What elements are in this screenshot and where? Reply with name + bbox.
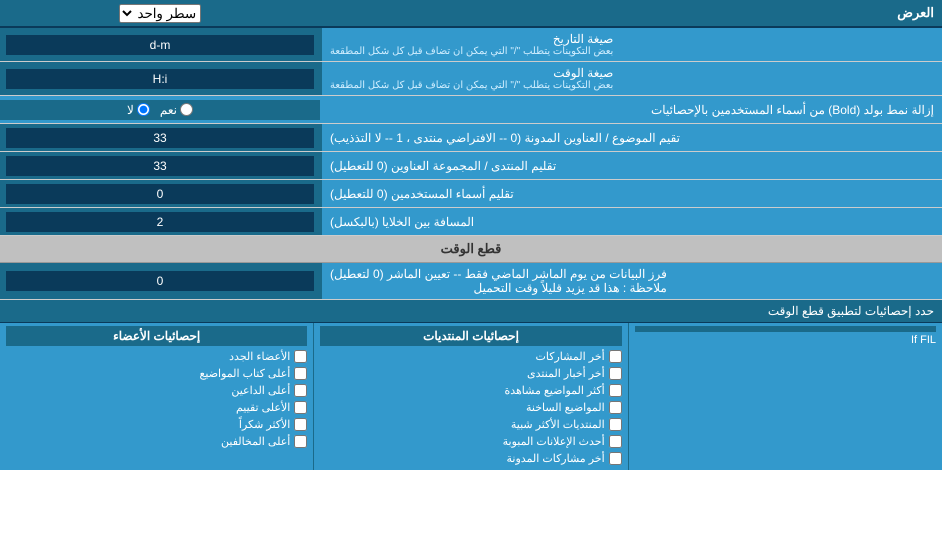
cutoff-filter-input[interactable] [6,271,314,291]
member-stat-check-0[interactable] [294,350,307,363]
forum-stat-item-5: أحدث الإعلانات المبوبة [320,433,621,450]
cutoff-filter-input-area [0,263,320,299]
member-stat-item-1: أعلى كتاب المواضيع [6,365,307,382]
stats-grid: If FIL إحصائيات المنتديات أخر المشاركات … [0,323,942,470]
cutoff-filter-row: فرز البيانات من يوم الماشر الماضي فقط --… [0,263,942,300]
stats-col-members: إحصائيات الأعضاء الأعضاء الجدد أعلى كتاب… [0,323,313,470]
member-stat-item-2: أعلى الداعين [6,382,307,399]
date-format-row: صيغة التاريخ بعض التكوينات يتطلب "/" الت… [0,28,942,62]
display-dropdown[interactable]: سطر واحدسطرينثلاثة أسطر [119,4,201,23]
forum-stat-check-6[interactable] [609,452,622,465]
forum-order-label: تقليم المنتدى / المجموعة العناوين (0 للت… [320,152,942,179]
bold-removal-label: إزالة نمط بولد (Bold) من أسماء المستخدمي… [320,99,942,121]
member-stat-check-3[interactable] [294,401,307,414]
forum-order-input-area [0,152,320,179]
member-stat-check-4[interactable] [294,418,307,431]
bold-removal-row: إزالة نمط بولد (Bold) من أسماء المستخدمي… [0,96,942,124]
date-format-input-area [0,28,320,61]
bold-removal-no-label: لا [127,103,150,117]
forum-stat-item-3: المواضيع الساخنة [320,399,621,416]
header-label: العرض [320,1,942,25]
member-stat-item-3: الأعلى تقييم [6,399,307,416]
forum-stat-check-3[interactable] [609,401,622,414]
time-format-input[interactable] [6,69,314,89]
stats-col-forums: إحصائيات المنتديات أخر المشاركات أخر أخب… [313,323,627,470]
main-container: العرض سطر واحدسطرينثلاثة أسطر صيغة التار… [0,0,942,470]
forum-stat-check-0[interactable] [609,350,622,363]
forum-stat-item-0: أخر المشاركات [320,348,621,365]
time-format-label: صيغة الوقت بعض التكوينات يتطلب "/" التي … [320,62,942,95]
members-stats-header: إحصائيات الأعضاء [6,326,307,346]
gap-input-area [0,208,320,235]
stats-col-right: If FIL [628,323,942,470]
member-stat-item-5: أعلى المخالفين [6,433,307,450]
gap-row: المسافة بين الخلايا (بالبكسل) [0,208,942,236]
member-stat-check-1[interactable] [294,367,307,380]
forum-stat-check-1[interactable] [609,367,622,380]
forum-stat-item-4: المنتديات الأكثر شبية [320,416,621,433]
forum-order-input[interactable] [6,156,314,176]
bold-removal-yes-radio[interactable] [180,103,193,116]
if-fil-label: If FIL [635,332,936,348]
date-format-input[interactable] [6,35,314,55]
forum-order-row: تقليم المنتدى / المجموعة العناوين (0 للت… [0,152,942,180]
bold-removal-no-radio[interactable] [137,103,150,116]
stats-apply-header: حدد إحصائيات لتطبيق قطع الوقت [0,300,942,323]
forum-stat-item-2: أكثر المواضيع مشاهدة [320,382,621,399]
bold-removal-yes-label: نعم [160,103,193,117]
topic-order-row: تقيم الموضوع / العناوين المدونة (0 -- ال… [0,124,942,152]
users-order-row: تقليم أسماء المستخدمين (0 للتعطيل) [0,180,942,208]
header-row: العرض سطر واحدسطرينثلاثة أسطر [0,0,942,28]
member-stat-item-4: الأكثر شكراً [6,416,307,433]
member-stat-item-0: الأعضاء الجدد [6,348,307,365]
forum-stat-check-4[interactable] [609,418,622,431]
member-stat-check-2[interactable] [294,384,307,397]
member-stat-check-5[interactable] [294,435,307,448]
forum-stat-item-1: أخر أخبار المنتدى [320,365,621,382]
topic-order-input-area [0,124,320,151]
users-order-label: تقليم أسماء المستخدمين (0 للتعطيل) [320,180,942,207]
cutoff-section-header: قطع الوقت [0,236,942,263]
topic-order-label: تقيم الموضوع / العناوين المدونة (0 -- ال… [320,124,942,151]
date-format-label: صيغة التاريخ بعض التكوينات يتطلب "/" الت… [320,28,942,61]
topic-order-input[interactable] [6,128,314,148]
forums-stats-header: إحصائيات المنتديات [320,326,621,346]
forum-stat-check-2[interactable] [609,384,622,397]
time-format-row: صيغة الوقت بعض التكوينات يتطلب "/" التي … [0,62,942,96]
gap-label: المسافة بين الخلايا (بالبكسل) [320,208,942,235]
cutoff-filter-label: فرز البيانات من يوم الماشر الماضي فقط --… [320,263,942,299]
forum-stat-item-6: أخر مشاركات المدونة [320,450,621,467]
stats-section: حدد إحصائيات لتطبيق قطع الوقت If FIL إحص… [0,300,942,470]
time-format-input-area [0,62,320,95]
forum-stat-check-5[interactable] [609,435,622,448]
bold-removal-input-area: نعم لا [0,100,320,120]
gap-input[interactable] [6,212,314,232]
users-order-input[interactable] [6,184,314,204]
users-order-input-area [0,180,320,207]
header-input-area: سطر واحدسطرينثلاثة أسطر [0,1,320,26]
